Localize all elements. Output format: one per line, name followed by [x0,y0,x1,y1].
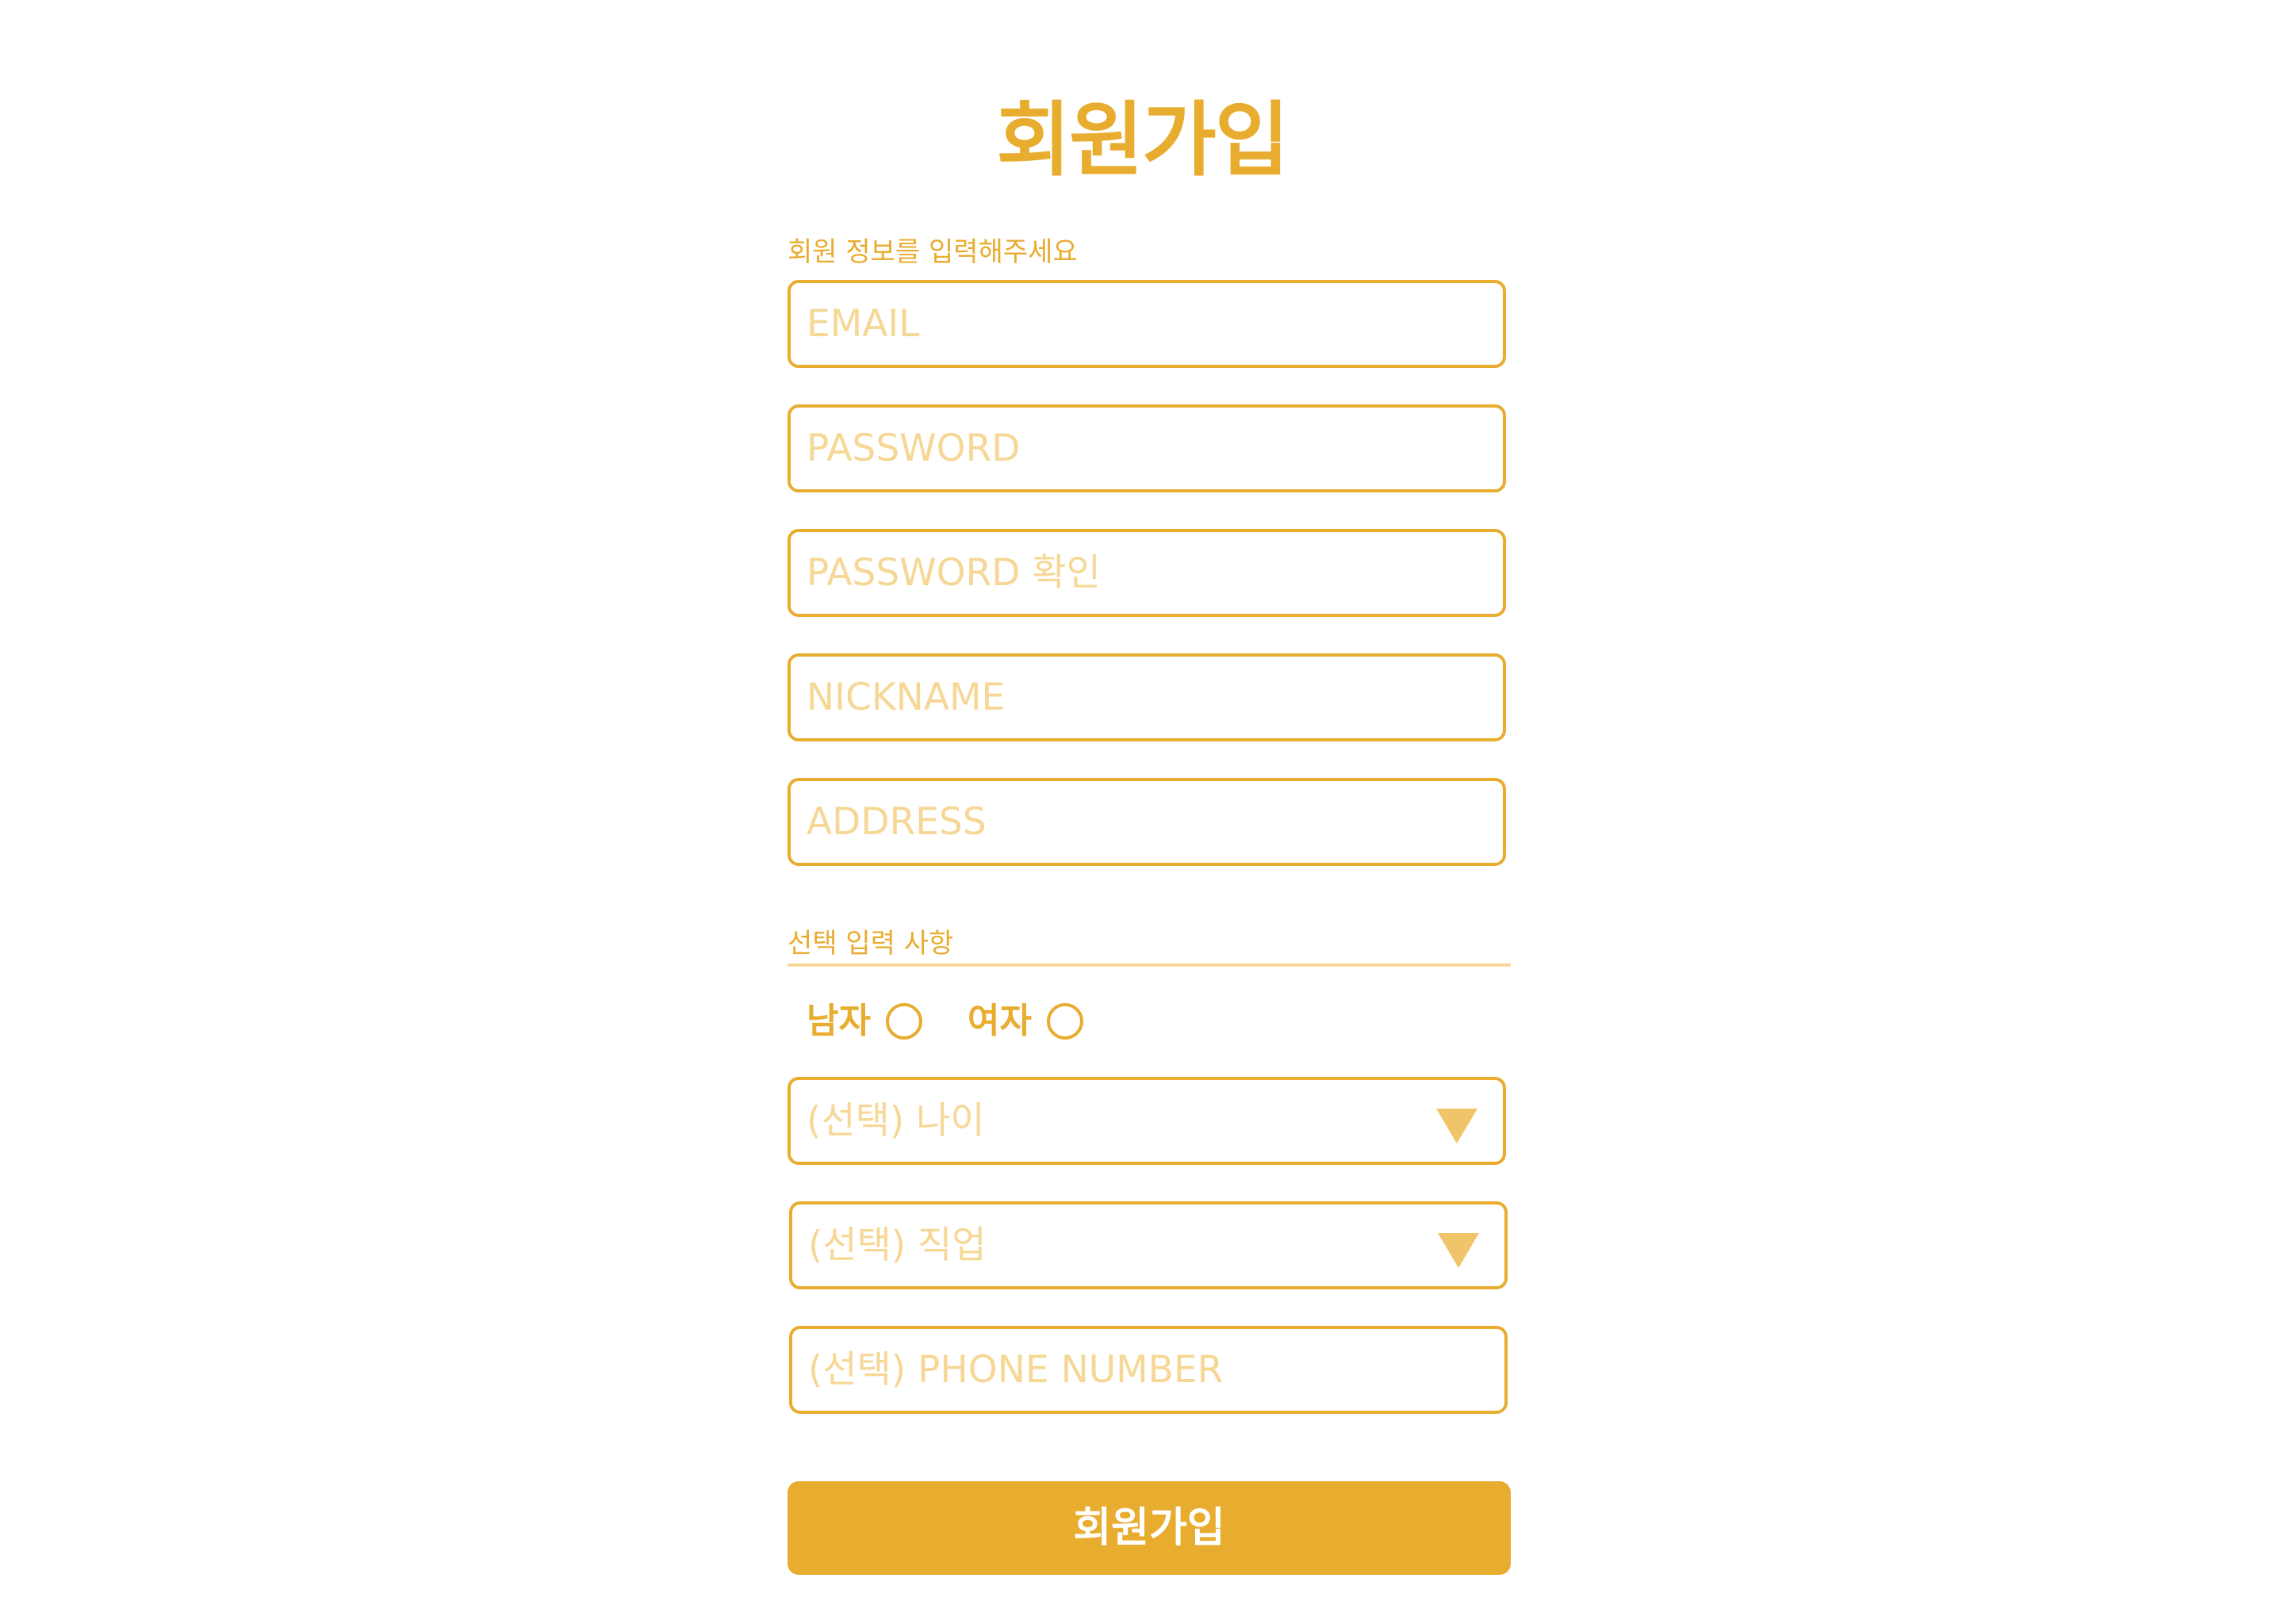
job-select[interactable]: (선택) 직업 [789,1201,1508,1289]
age-select[interactable]: (선택) 나이 [788,1077,1506,1165]
email-field[interactable]: EMAIL [788,280,1506,368]
signup-submit-button[interactable]: 회원가입 [788,1481,1511,1575]
signup-submit-label: 회원가입 [1073,1504,1225,1552]
address-placeholder: ADDRESS [807,799,987,844]
chevron-down-icon [1436,1109,1477,1143]
password-confirm-placeholder: PASSWORD 확인 [807,550,1101,595]
gender-male-label[interactable]: 남자 [807,1001,871,1042]
chevron-down-icon [1438,1233,1479,1268]
optional-section-label: 선택 입력 사항 [788,928,954,959]
nickname-field[interactable]: NICKNAME [788,653,1506,741]
job-select-placeholder: (선택) 직업 [808,1223,987,1267]
password-placeholder: PASSWORD [807,426,1021,470]
page-title: 회원가입 [996,94,1289,188]
address-field[interactable]: ADDRESS [788,778,1506,866]
gender-female-label[interactable]: 여자 [968,1001,1032,1042]
section-divider [788,963,1511,967]
nickname-placeholder: NICKNAME [807,675,1006,719]
gender-male-radio[interactable] [886,1003,922,1040]
required-section-label: 회원 정보를 입력해주세요 [788,236,1078,268]
password-field[interactable]: PASSWORD [788,404,1506,492]
email-placeholder: EMAIL [807,301,920,346]
age-select-placeholder: (선택) 나이 [807,1098,985,1143]
phone-number-placeholder: (선택) PHONE NUMBER [808,1347,1224,1392]
password-confirm-field[interactable]: PASSWORD 확인 [788,529,1506,617]
phone-number-field[interactable]: (선택) PHONE NUMBER [789,1326,1508,1414]
gender-female-radio[interactable] [1047,1003,1083,1040]
